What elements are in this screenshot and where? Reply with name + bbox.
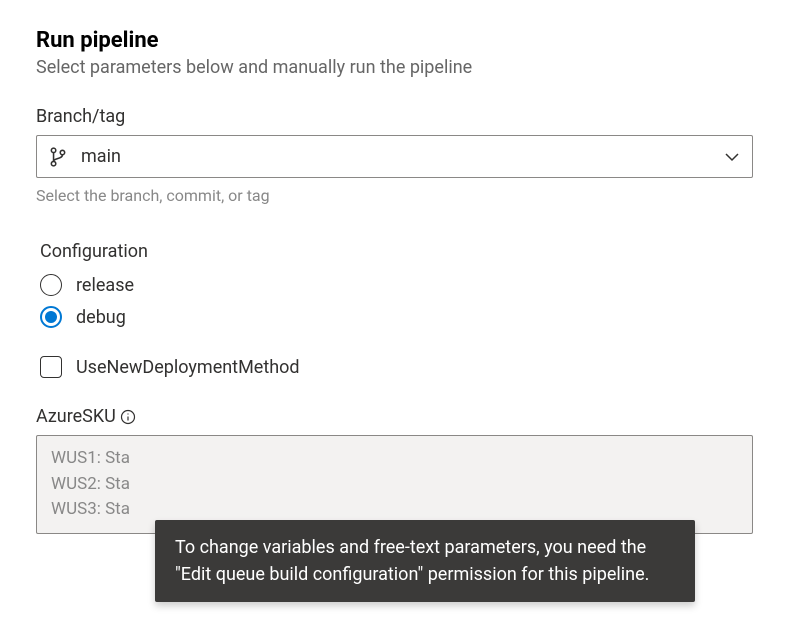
page-title: Run pipeline [36, 28, 753, 53]
deployment-checkbox-row[interactable]: UseNewDeploymentMethod [40, 356, 753, 378]
branch-helper: Select the branch, commit, or tag [36, 186, 753, 205]
azuresku-line: WUS1: Sta [51, 446, 738, 472]
chevron-down-icon [724, 152, 740, 162]
azuresku-textarea: WUS1: Sta WUS2: Sta WUS3: Sta [36, 435, 753, 534]
azuresku-line: WUS2: Sta [51, 472, 738, 498]
radio-label: debug [76, 307, 126, 328]
configuration-label: Configuration [40, 241, 753, 262]
radio-debug[interactable]: debug [40, 306, 753, 328]
branch-select[interactable]: main [36, 135, 753, 178]
branch-value: main [81, 146, 724, 167]
checkbox-icon [40, 356, 62, 378]
configuration-radio-group: release debug [40, 274, 753, 328]
radio-label: release [76, 275, 134, 296]
radio-release[interactable]: release [40, 274, 753, 296]
branch-icon [49, 147, 67, 167]
azuresku-line: WUS3: Sta [51, 497, 738, 523]
deployment-label: UseNewDeploymentMethod [76, 357, 300, 378]
info-icon[interactable] [120, 409, 136, 425]
radio-icon [40, 274, 62, 296]
page-subtitle: Select parameters below and manually run… [36, 57, 753, 78]
radio-icon [40, 306, 62, 328]
azuresku-label: AzureSKU [36, 406, 116, 427]
permission-tooltip: To change variables and free-text parame… [155, 520, 695, 602]
branch-label: Branch/tag [36, 106, 753, 127]
